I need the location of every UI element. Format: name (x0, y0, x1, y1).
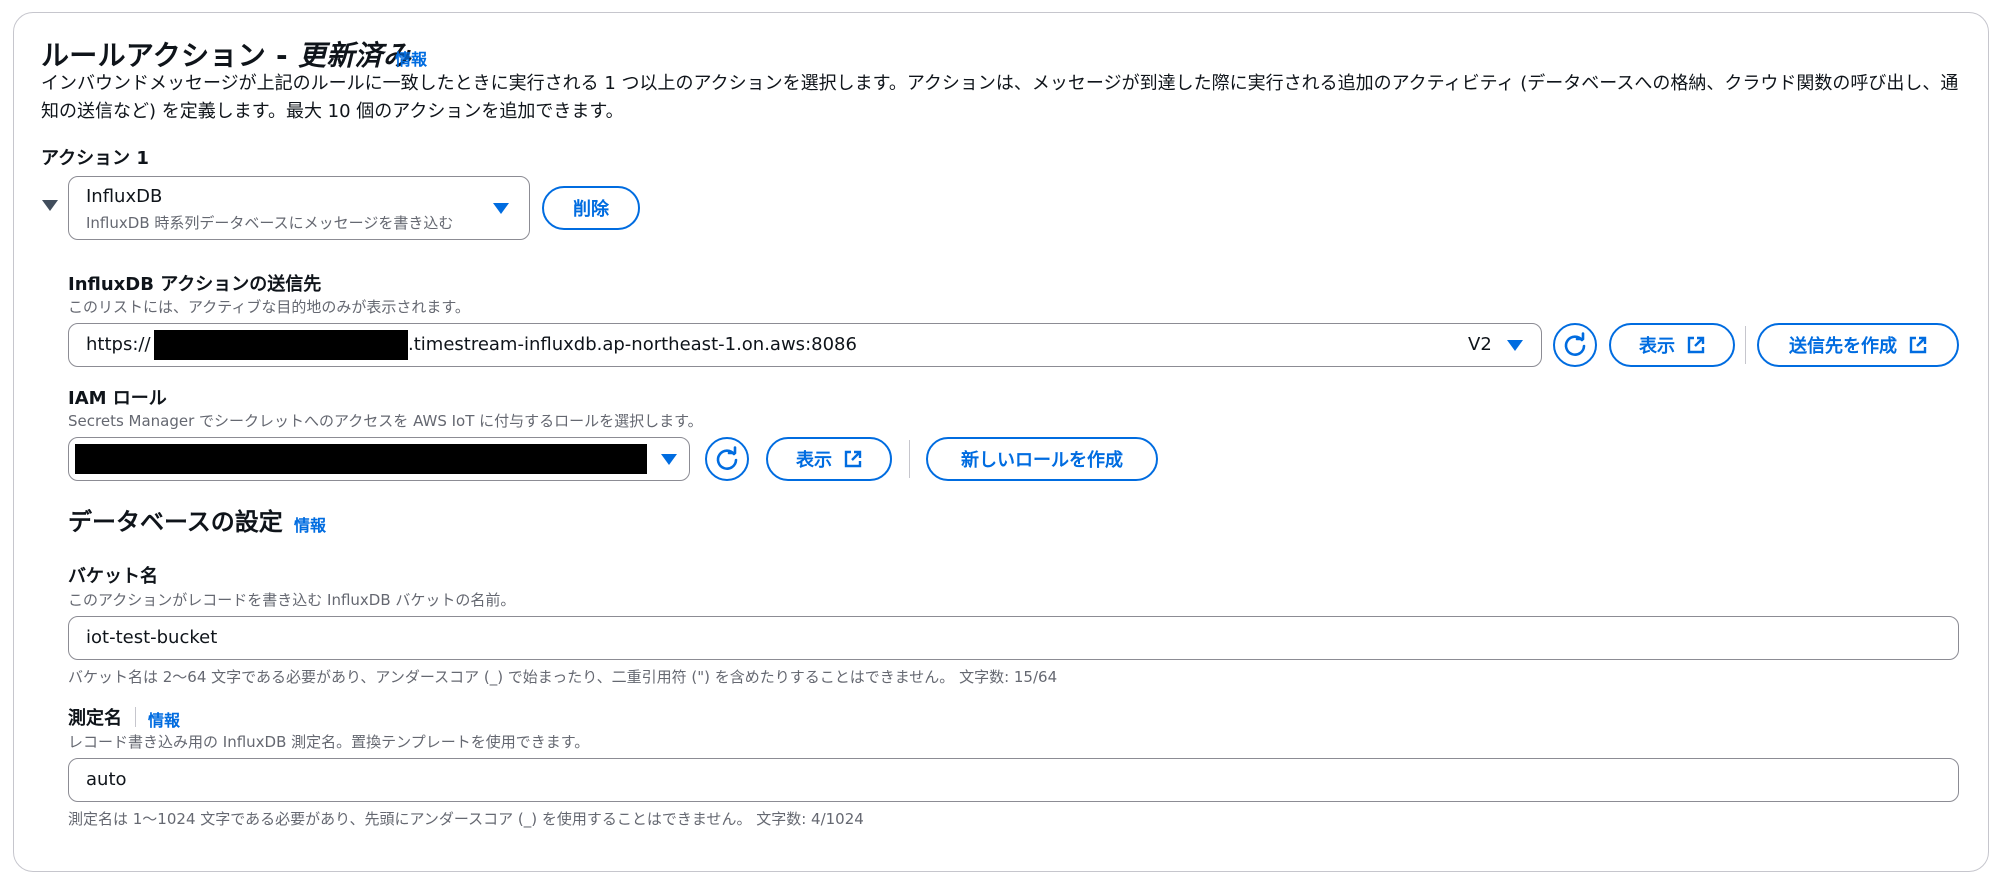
action-type-title: InfluxDB (86, 186, 163, 207)
db-settings-info-link[interactable]: 情報 (294, 512, 326, 536)
redacted-block (75, 444, 647, 474)
destination-sublabel: このリストには、アクティブな目的地のみが表示されます。 (68, 298, 470, 316)
destination-version: V2 (1468, 334, 1492, 355)
action-type-select[interactable]: InfluxDB InfluxDB 時系列データベースにメッセージを書き込む (68, 176, 530, 240)
dropdown-caret-icon (661, 454, 677, 465)
section-description: インバウンドメッセージが上記のルールに一致したときに実行される 1 つ以上のアク… (41, 73, 1959, 122)
iam-role-label: IAM ロール (68, 388, 167, 409)
bucket-name-sublabel: このアクションがレコードを書き込む InfluxDB バケットの名前。 (68, 591, 516, 609)
bucket-name-value: iot-test-bucket (86, 627, 218, 648)
external-link-icon (1687, 336, 1705, 354)
refresh-icon (716, 446, 738, 470)
refresh-role-button[interactable] (705, 437, 749, 481)
redacted-block (154, 330, 408, 360)
destination-url-prefix: https:// (86, 334, 151, 355)
external-link-icon (1909, 336, 1927, 354)
refresh-destination-button[interactable] (1553, 323, 1597, 367)
action-label: アクション 1 (41, 148, 149, 169)
create-destination-button[interactable]: 送信先を作成 (1757, 323, 1959, 367)
db-settings-title: データベースの設定 (68, 508, 283, 536)
destination-url-suffix: .timestream-influxdb.ap-northeast-1.on.a… (408, 334, 857, 355)
bucket-name-hint: バケット名は 2〜64 文字である必要があり、アンダースコア (_) で始まった… (68, 668, 1058, 686)
iam-role-sublabel: Secrets Manager でシークレットへのアクセスを AWS IoT に… (68, 412, 703, 430)
create-role-button[interactable]: 新しいロールを作成 (926, 437, 1158, 481)
divider (1745, 326, 1746, 364)
refresh-icon (1564, 332, 1586, 356)
action-type-subtitle: InfluxDB 時系列データベースにメッセージを書き込む (86, 214, 454, 232)
view-label: 表示 (1639, 336, 1675, 357)
create-role-label: 新しいロールを作成 (961, 450, 1123, 471)
page-title: ルールアクション - 更新済み (41, 34, 411, 74)
view-label: 表示 (796, 450, 832, 471)
dropdown-caret-icon (1507, 340, 1523, 351)
measurement-name-sublabel: レコード書き込み用の InfluxDB 測定名。置換テンプレートを使用できます。 (68, 733, 590, 751)
dropdown-caret-icon (493, 203, 509, 214)
create-destination-label: 送信先を作成 (1789, 336, 1897, 357)
bucket-name-label: バケット名 (68, 566, 158, 587)
divider (135, 707, 136, 727)
expand-caret-icon[interactable] (42, 200, 58, 211)
external-link-icon (844, 450, 862, 468)
destination-label: InfluxDB アクションの送信先 (68, 274, 322, 295)
measurement-name-input[interactable]: auto (68, 758, 1959, 802)
measurement-name-value: auto (86, 769, 127, 790)
divider (909, 440, 910, 478)
info-link[interactable]: 情報 (395, 46, 427, 70)
bucket-name-input[interactable]: iot-test-bucket (68, 616, 1959, 660)
iam-role-select[interactable] (68, 437, 690, 481)
measurement-name-hint: 測定名は 1〜1024 文字である必要があり、先頭にアンダースコア (_) を使… (68, 810, 864, 828)
measurement-info-link[interactable]: 情報 (148, 707, 180, 731)
delete-action-button[interactable]: 削除 (542, 186, 640, 230)
title-main: ルールアクション - (41, 39, 299, 72)
delete-label: 削除 (573, 199, 609, 220)
view-destination-button[interactable]: 表示 (1609, 323, 1735, 367)
view-role-button[interactable]: 表示 (766, 437, 892, 481)
destination-select[interactable]: https:// .timestream-influxdb.ap-northea… (68, 323, 1542, 367)
measurement-name-label: 測定名 (68, 708, 122, 729)
